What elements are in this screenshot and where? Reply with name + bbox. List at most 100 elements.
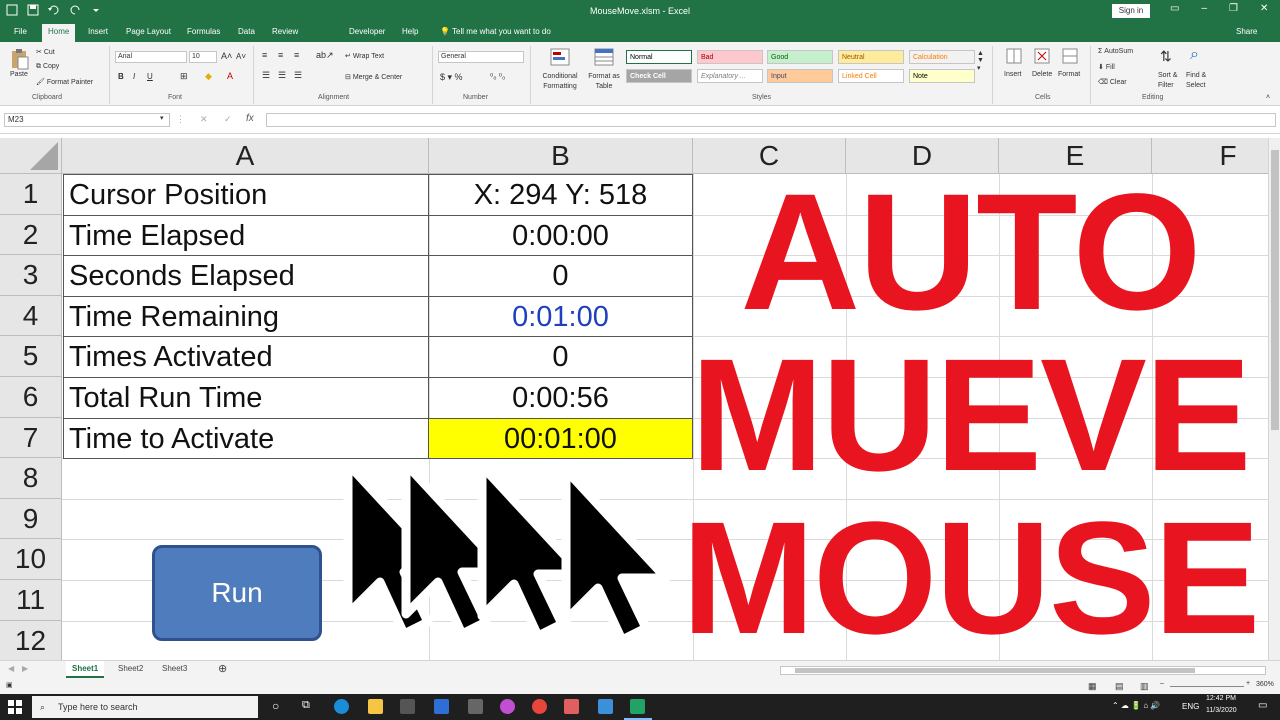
- tab-developer[interactable]: Developer: [349, 27, 385, 36]
- formula-input[interactable]: [266, 113, 1276, 127]
- format-table-icon[interactable]: [594, 48, 614, 66]
- row-header[interactable]: 6: [0, 377, 62, 418]
- task-view-icon[interactable]: ⧉: [302, 699, 310, 712]
- underline-icon[interactable]: U: [147, 72, 153, 81]
- ribbon-display-icon[interactable]: ▭: [1170, 3, 1179, 14]
- align-middle-icon[interactable]: ≡: [278, 50, 283, 60]
- row-header[interactable]: 1: [0, 174, 62, 215]
- tab-page-layout[interactable]: Page Layout: [126, 27, 171, 36]
- insert-button[interactable]: Insert: [1004, 71, 1022, 78]
- name-box-dropdown-icon[interactable]: ▾: [160, 114, 164, 122]
- sheet-tab-sheet1[interactable]: Sheet1: [66, 661, 105, 678]
- row-header[interactable]: 3: [0, 255, 62, 296]
- page-break-view-icon[interactable]: ▥: [1140, 681, 1149, 692]
- conditional-formatting-icon[interactable]: [550, 48, 570, 66]
- sort-filter-button[interactable]: Sort & Filter: [1158, 71, 1188, 91]
- value-time-elapsed[interactable]: 0:00:00: [429, 216, 692, 256]
- clear-button[interactable]: ⌫ Clear: [1098, 78, 1127, 86]
- excel-taskbar-icon[interactable]: [630, 699, 645, 714]
- tab-help[interactable]: Help: [402, 27, 418, 36]
- prev-sheet-icon[interactable]: ◀: [8, 664, 14, 673]
- tab-formulas[interactable]: Formulas: [187, 27, 220, 36]
- minimize-icon[interactable]: –: [1201, 3, 1207, 14]
- column-header[interactable]: A: [62, 138, 429, 174]
- label-cursor-position[interactable]: Cursor Position: [63, 175, 428, 215]
- find-select-button[interactable]: Find & Select: [1186, 71, 1216, 91]
- cell-style-bad[interactable]: Bad: [697, 50, 763, 64]
- orientation-icon[interactable]: ab↗: [316, 50, 334, 61]
- align-bottom-icon[interactable]: ≡: [294, 50, 299, 60]
- bold-icon[interactable]: B: [118, 72, 124, 81]
- zoom-slider[interactable]: [1170, 686, 1244, 687]
- shrink-font-icon[interactable]: A˅: [236, 52, 246, 61]
- sheet-tab-sheet3[interactable]: Sheet3: [162, 664, 187, 673]
- row-header[interactable]: 10: [0, 539, 62, 580]
- tab-file[interactable]: File: [14, 27, 27, 36]
- row-header[interactable]: 4: [0, 295, 62, 337]
- merge-center-button[interactable]: ⊟ Merge & Center: [345, 73, 402, 81]
- tab-home[interactable]: Home: [42, 24, 76, 42]
- file-explorer-icon[interactable]: [368, 699, 383, 714]
- row-header[interactable]: 9: [0, 498, 62, 540]
- format-button[interactable]: Format: [1058, 71, 1080, 78]
- cut-button[interactable]: ✂ Cut: [36, 48, 55, 56]
- close-icon[interactable]: ✕: [1260, 3, 1268, 14]
- tab-insert[interactable]: Insert: [88, 27, 108, 36]
- zoom-in-icon[interactable]: +: [1246, 680, 1250, 687]
- notifications-icon[interactable]: ▭: [1258, 700, 1267, 711]
- language-indicator[interactable]: ENG: [1182, 702, 1199, 711]
- value-total-run-time[interactable]: 0:00:56: [429, 378, 692, 418]
- cortana-icon[interactable]: ○: [272, 699, 279, 713]
- select-all-corner[interactable]: [0, 138, 62, 174]
- value-time-remaining[interactable]: 0:01:00: [429, 297, 692, 337]
- zoom-out-icon[interactable]: –: [1160, 680, 1164, 687]
- sheet-tab-sheet2[interactable]: Sheet2: [118, 664, 143, 673]
- row-header[interactable]: 11: [0, 580, 62, 621]
- calendar-icon[interactable]: [434, 699, 449, 714]
- insert-cells-icon[interactable]: [1006, 48, 1022, 64]
- format-cells-icon[interactable]: [1062, 48, 1078, 64]
- font-name-combo[interactable]: Arial: [115, 51, 187, 63]
- font-size-combo[interactable]: 10: [189, 51, 217, 63]
- row-header[interactable]: 7: [0, 417, 62, 459]
- page-layout-view-icon[interactable]: ▤: [1115, 681, 1124, 692]
- vertical-scrollbar[interactable]: [1268, 138, 1280, 660]
- snip-icon[interactable]: [564, 699, 579, 714]
- tray-icons[interactable]: ⌃ ☁ 🔋 ⌂ 🔊: [1112, 701, 1160, 710]
- label-time-to-activate[interactable]: Time to Activate: [63, 419, 428, 459]
- cell-style-calculation[interactable]: Calculation: [909, 50, 975, 64]
- name-box[interactable]: M23: [4, 113, 170, 127]
- borders-icon[interactable]: ⊞: [180, 71, 188, 82]
- tell-me-search[interactable]: 💡 Tell me what you want to do: [440, 27, 551, 36]
- value-times-activated[interactable]: 0: [429, 337, 692, 377]
- row-header[interactable]: 5: [0, 336, 62, 377]
- value-time-to-activate[interactable]: 00:01:00: [429, 419, 692, 459]
- cell-style-good[interactable]: Good: [767, 50, 833, 64]
- tab-review[interactable]: Review: [272, 27, 298, 36]
- cell-style-linked-cell[interactable]: Linked Cell: [838, 69, 904, 83]
- photos-icon[interactable]: [598, 699, 613, 714]
- share-button[interactable]: Share: [1236, 27, 1257, 36]
- format-as-table-button[interactable]: Format as Table: [586, 72, 622, 92]
- decimal-icon[interactable]: ⁰₀ ⁰₀: [490, 72, 505, 81]
- italic-icon[interactable]: I: [133, 72, 135, 81]
- cell-style-note[interactable]: Note: [909, 69, 975, 83]
- delete-cells-icon[interactable]: [1034, 48, 1050, 64]
- edge-icon[interactable]: [334, 699, 349, 714]
- fill-color-icon[interactable]: ◆: [205, 71, 212, 82]
- column-header[interactable]: B: [429, 138, 693, 174]
- cell-style-explanatory[interactable]: Explanatory ...: [697, 69, 763, 83]
- gallery-scroll-icon[interactable]: ▲ ▼ ▾: [977, 50, 984, 72]
- align-center-icon[interactable]: ☰: [278, 70, 286, 81]
- fill-button[interactable]: ⬇ Fill: [1098, 63, 1115, 71]
- align-right-icon[interactable]: ☰: [294, 70, 302, 81]
- sort-filter-icon[interactable]: ⇅: [1160, 48, 1172, 65]
- chrome-icon[interactable]: [532, 699, 547, 714]
- font-color-icon[interactable]: A: [227, 71, 233, 81]
- cell-style-input[interactable]: Input: [767, 69, 833, 83]
- run-button[interactable]: Run: [152, 545, 322, 641]
- macro-record-icon[interactable]: ▣: [6, 681, 13, 689]
- horizontal-scroll-thumb[interactable]: [795, 668, 1195, 673]
- label-time-elapsed[interactable]: Time Elapsed: [63, 216, 428, 256]
- align-left-icon[interactable]: ☰: [262, 70, 270, 81]
